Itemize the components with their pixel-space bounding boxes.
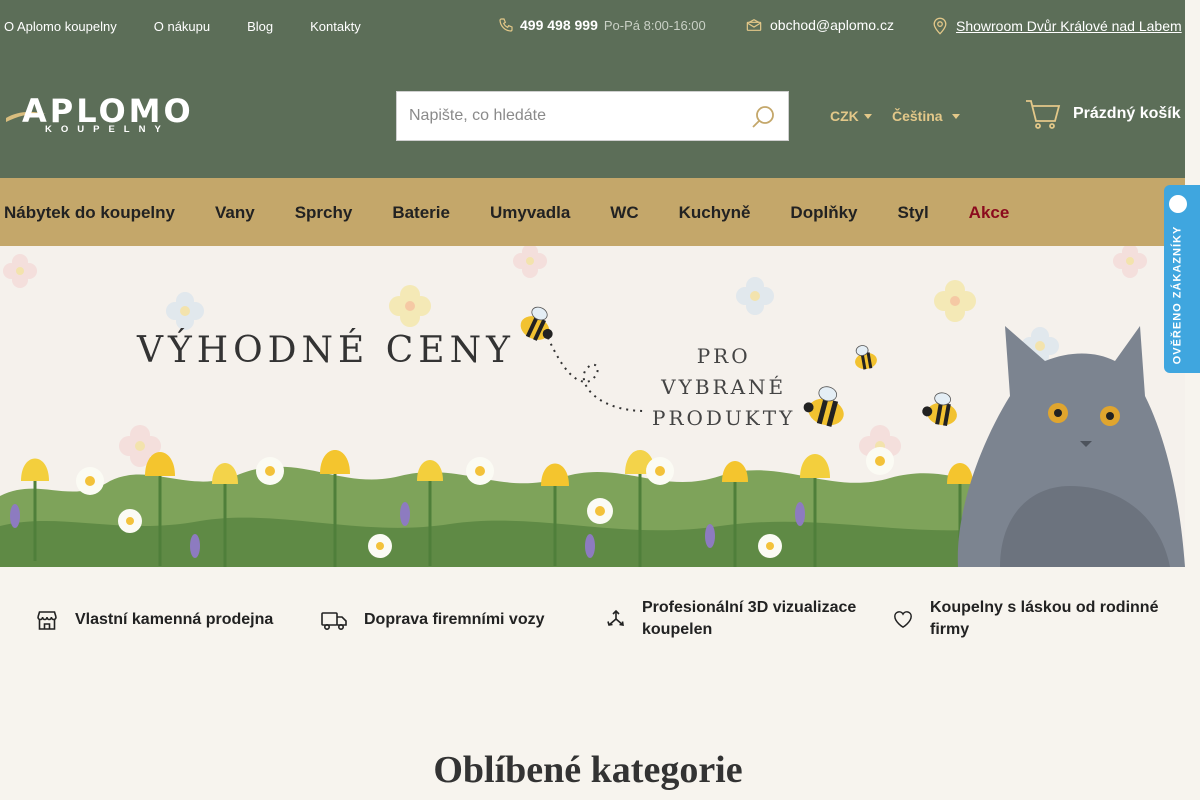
badge-label: OVĚŘENO ZÁKAZNÍKY — [1171, 225, 1183, 365]
benefits-strip: Vlastní kamenná prodejna Doprava firemní… — [0, 567, 1200, 677]
nav-item-furniture[interactable]: Nábytek do koupelny — [4, 203, 175, 223]
nav-item-accessories[interactable]: Doplňky — [790, 203, 857, 223]
truck-icon — [321, 612, 347, 630]
store-icon — [37, 611, 57, 630]
nav-item-faucets[interactable]: Baterie — [392, 203, 450, 223]
benefit-text: Doprava firemními vozy — [364, 611, 545, 628]
currency-label: CZK — [830, 108, 859, 124]
bee-decoration — [855, 345, 877, 370]
nav-item-style[interactable]: Styl — [897, 203, 928, 223]
currency-selector[interactable]: CZK — [830, 108, 872, 124]
chevron-down-icon — [863, 113, 872, 119]
search-box — [396, 91, 789, 141]
banner-subtitle-line: PRODUKTY — [652, 406, 796, 430]
benefit-delivery: Doprava firemními vozy — [320, 608, 545, 632]
verified-seal-icon — [1167, 193, 1189, 215]
bee-path-decoration — [544, 330, 646, 412]
cat-illustration — [957, 326, 1185, 567]
top-link-about[interactable]: O Aplomo koupelny — [4, 19, 117, 34]
top-link-shopping[interactable]: O nákupu — [154, 19, 210, 34]
benefit-text: Koupelny s láskou od rodinné firmy — [930, 599, 1159, 638]
nav-item-bathtubs[interactable]: Vany — [215, 203, 255, 223]
top-bar: O Aplomo koupelny O nákupu Blog Kontakty… — [0, 0, 1185, 52]
section-title: Oblíbené kategorie — [433, 749, 743, 791]
site-header: O Aplomo koupelny O nákupu Blog Kontakty… — [0, 0, 1185, 178]
benefit-3d: Profesionální 3D vizualizace koupelen — [606, 597, 876, 641]
3d-icon — [607, 609, 624, 626]
phone-contact[interactable]: 499 498 999 Po-Pá 8:00-16:00 — [498, 17, 706, 33]
bee-decoration — [520, 306, 553, 341]
top-links: O Aplomo koupelny O nákupu Blog Kontakty — [4, 19, 361, 34]
nav-item-wc[interactable]: WC — [610, 203, 638, 223]
search-input[interactable] — [409, 92, 739, 140]
banner-subtitle-line: PRO — [696, 344, 751, 368]
showroom-link[interactable]: Showroom Dvůr Králové nad Labem — [932, 17, 1182, 35]
bee-decoration — [922, 392, 957, 427]
chevron-down-icon — [951, 113, 960, 119]
top-link-blog[interactable]: Blog — [247, 19, 273, 34]
banner-subtitle-line: VYBRANÉ — [661, 375, 787, 399]
showroom-label: Showroom Dvůr Králové nad Labem — [956, 18, 1182, 34]
email-contact[interactable]: obchod@aplomo.cz — [746, 17, 894, 33]
verified-reviews-badge[interactable]: OVĚŘENO ZÁKAZNÍKY — [1164, 185, 1200, 373]
site-logo[interactable]: APLOMO KOUPELNY — [4, 92, 209, 138]
language-selector[interactable]: Čeština — [892, 108, 960, 124]
nav-item-kitchen[interactable]: Kuchyně — [679, 203, 751, 223]
heart-icon — [894, 611, 912, 629]
meadow-decoration — [0, 466, 1000, 567]
phone-icon — [499, 18, 513, 32]
promo-banner[interactable]: VÝHODNÉ CENY PRO VYBRANÉ PRODUKTY — [0, 246, 1185, 567]
top-link-contacts[interactable]: Kontakty — [310, 19, 361, 34]
benefit-text: Vlastní kamenná prodejna — [75, 611, 274, 628]
main-navigation: Nábytek do koupelny Vany Sprchy Baterie … — [0, 178, 1185, 246]
nav-item-sale[interactable]: Akce — [969, 203, 1010, 223]
email-address: obchod@aplomo.cz — [770, 17, 894, 33]
search-icon[interactable] — [750, 104, 776, 130]
banner-subtitle: PRO VYBRANÉ PRODUKTY — [652, 341, 795, 434]
language-label: Čeština — [892, 108, 943, 124]
cart-icon — [1026, 100, 1061, 129]
envelope-icon — [746, 18, 762, 31]
nav-item-sinks[interactable]: Umyvadla — [490, 203, 570, 223]
benefit-text: Profesionální 3D vizualizace koupelen — [642, 599, 857, 638]
location-pin-icon — [933, 17, 947, 35]
cart-button[interactable]: Prázdný košík — [1025, 98, 1181, 130]
logo-subtitle: KOUPELNY — [45, 124, 170, 135]
banner-title: VÝHODNÉ CENY — [137, 330, 515, 371]
phone-hours: Po-Pá 8:00-16:00 — [603, 17, 706, 33]
bee-decoration — [803, 386, 844, 427]
cart-label: Prázdný košík — [1073, 105, 1181, 122]
nav-item-showers[interactable]: Sprchy — [295, 203, 353, 223]
banner-illustration — [0, 246, 1185, 567]
benefit-store: Vlastní kamenná prodejna — [35, 608, 273, 632]
phone-number: 499 498 999 — [520, 17, 598, 33]
benefit-family: Koupelny s láskou od rodinné firmy — [892, 597, 1162, 641]
